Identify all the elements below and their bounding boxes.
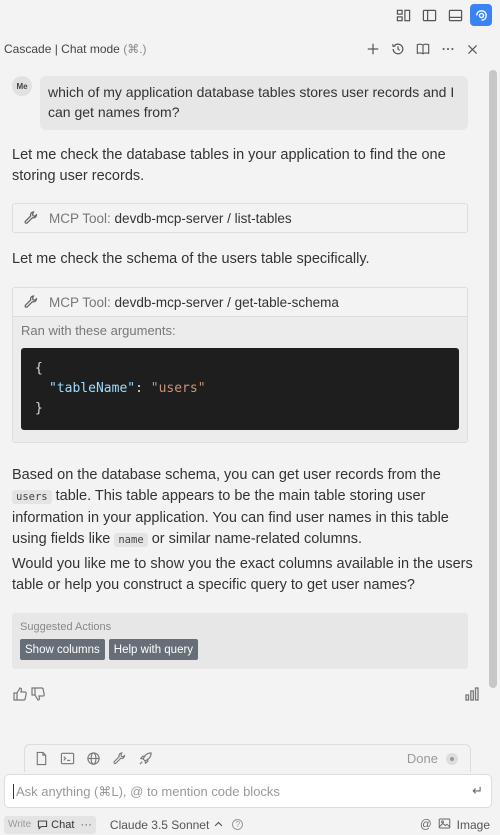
thumbs-down-icon[interactable] (30, 686, 46, 707)
avatar: Me (12, 76, 32, 96)
scrollbar-thumb[interactable] (489, 70, 497, 688)
code-value: "users" (150, 381, 206, 396)
rocket-icon[interactable] (137, 751, 153, 767)
conversation: Me which of my application database tabl… (0, 68, 486, 745)
file-icon[interactable] (33, 751, 49, 767)
done-indicator[interactable] (446, 752, 458, 765)
panel-bottom-icon[interactable] (444, 4, 466, 26)
history-icon[interactable] (390, 42, 405, 57)
code-key: "tableName" (49, 381, 136, 396)
tool-prefix: MCP Tool: (49, 294, 111, 310)
panel-header: Cascade | Chat mode (⌘.) (0, 38, 500, 60)
user-message-row: Me which of my application database tabl… (12, 76, 482, 130)
user-message: which of my application database tables … (40, 76, 468, 130)
chat-mode-label: Chat (51, 818, 75, 831)
book-icon[interactable] (415, 42, 430, 57)
answer-text: or similar name-related columns. (151, 531, 363, 547)
help-icon[interactable]: ? (232, 819, 244, 830)
chat-icon (38, 820, 48, 830)
tool-name: devdb-mcp-server / list-tables (114, 210, 292, 226)
assistant-intro: Let me check the database tables in your… (12, 147, 446, 184)
bottom-bar: Write Chat ··· Claude 3.5 Sonnet ? @ Ima… (0, 814, 500, 835)
code-open: { (35, 361, 43, 376)
more-modes-button[interactable]: ··· (80, 819, 92, 831)
window-controls (392, 4, 492, 26)
tool-args-label: Ran with these arguments: (21, 323, 176, 338)
inline-code: users (12, 490, 52, 504)
show-columns-button[interactable]: Show columns (20, 639, 105, 660)
code-close: } (35, 401, 43, 416)
tool-icon (24, 211, 38, 224)
image-icon[interactable] (438, 817, 451, 833)
chat-mode-tab[interactable]: Chat (37, 819, 74, 831)
globe-icon[interactable] (85, 751, 101, 767)
chat-input[interactable] (13, 783, 473, 799)
enter-icon[interactable]: ↵ (472, 783, 483, 799)
code-sep: : (135, 381, 151, 396)
model-selector[interactable]: Claude 3.5 Sonnet ? (109, 817, 244, 832)
tool-call-list-tables[interactable]: MCP Tool: devdb-mcp-server / list-tables (12, 203, 468, 233)
composer-toolbar: Done (24, 744, 471, 772)
answer-text: Based on the database schema, you can ge… (12, 467, 441, 483)
mode-toggle: Write Chat ··· (4, 815, 96, 834)
tool-icon (24, 295, 38, 308)
tool-arguments: Ran with these arguments: { "tableName":… (13, 316, 467, 442)
suggested-actions: Suggested Actions Show columns Help with… (12, 613, 468, 669)
bar-chart-icon[interactable] (464, 686, 480, 707)
scrollbar[interactable] (488, 68, 498, 744)
tool-call-get-table-schema[interactable]: MCP Tool: devdb-mcp-server / get-table-s… (12, 287, 468, 443)
sidebar-left-icon[interactable] (418, 4, 440, 26)
plus-icon[interactable] (365, 42, 380, 57)
windsurf-icon[interactable] (470, 4, 492, 26)
code-block: { "tableName": "users" } (21, 348, 459, 430)
panel-title-shortcut: (⌘.) (123, 42, 147, 56)
assistant-mid: Let me check the schema of the users tab… (12, 251, 370, 267)
terminal-icon[interactable] (59, 751, 75, 767)
mention-button[interactable]: @ (420, 819, 432, 831)
chevron-up-icon (215, 821, 223, 827)
assistant-followup: Would you like me to show you the exact … (12, 556, 473, 593)
layout-panels-icon[interactable] (392, 4, 414, 26)
feedback (12, 686, 46, 707)
tool-icon[interactable] (111, 751, 127, 767)
close-icon[interactable] (465, 42, 480, 57)
chat-input-box: ↵ (4, 774, 492, 808)
inline-code: name (114, 533, 148, 547)
suggested-actions-label: Suggested Actions (20, 621, 112, 633)
done-label: Done (406, 751, 438, 766)
model-name: Claude 3.5 Sonnet (109, 817, 210, 832)
tool-prefix: MCP Tool: (49, 210, 111, 226)
panel-title: Cascade | Chat mode (⌘.) (4, 42, 147, 56)
image-button-label[interactable]: Image (457, 818, 490, 832)
assistant-answer: Based on the database schema, you can ge… (12, 465, 480, 551)
tool-name: devdb-mcp-server / get-table-schema (114, 294, 339, 310)
help-with-query-button[interactable]: Help with query (108, 639, 199, 660)
panel-title-text: Cascade | Chat mode (4, 42, 120, 56)
write-mode-tab[interactable]: Write (8, 819, 31, 830)
more-icon[interactable] (440, 42, 455, 57)
thumbs-up-icon[interactable] (12, 686, 28, 707)
